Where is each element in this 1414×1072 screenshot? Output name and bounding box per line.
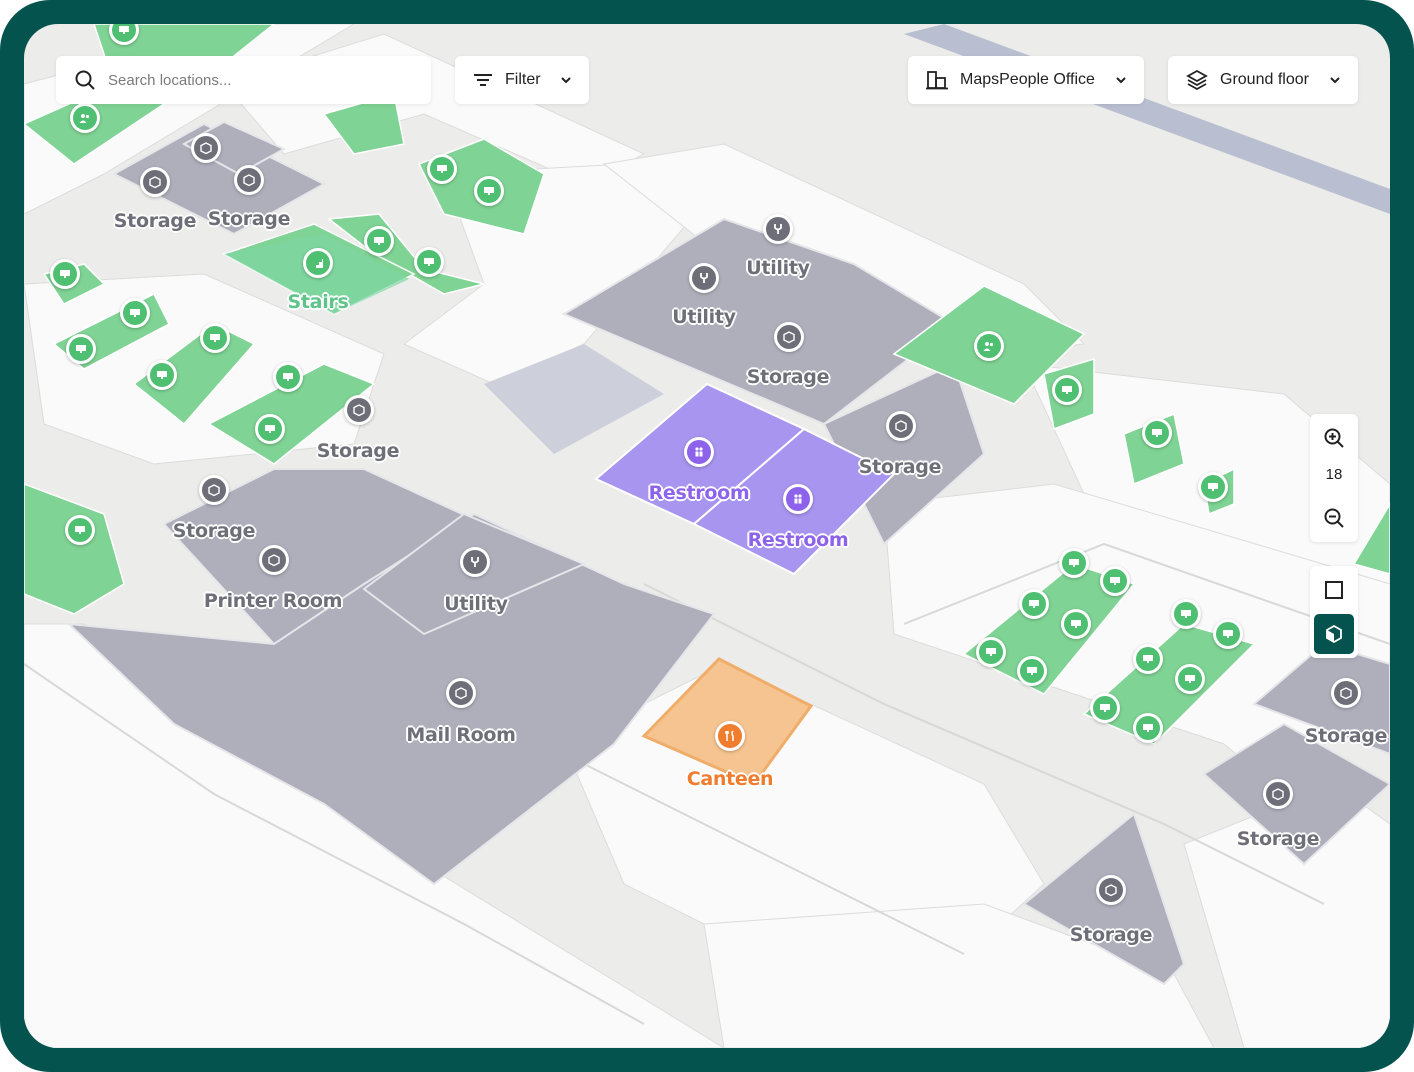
meeting-room-pin[interactable]: [974, 331, 1004, 361]
desk-pin[interactable]: [147, 360, 177, 390]
desk-pin[interactable]: [1019, 589, 1049, 619]
filter-button[interactable]: Filter: [455, 56, 589, 104]
room-label: Storage: [858, 456, 942, 478]
utility-pin[interactable]: [689, 263, 719, 293]
desk-pin[interactable]: [1100, 566, 1130, 596]
restroom-pin[interactable]: [684, 437, 714, 467]
desk-pin[interactable]: [1133, 713, 1163, 743]
room-label: Utility: [444, 593, 508, 615]
desk-pin[interactable]: [200, 323, 230, 353]
desk-pin[interactable]: [120, 298, 150, 328]
zoom-out-icon: [1324, 508, 1344, 528]
storage-pin[interactable]: [1331, 678, 1361, 708]
room-label: Storage: [207, 208, 291, 230]
storage-pin[interactable]: [886, 411, 916, 441]
desk-pin[interactable]: [1213, 619, 1243, 649]
desk-pin[interactable]: [1061, 609, 1091, 639]
cube-icon: [1326, 624, 1342, 644]
room-label: Restroom: [747, 529, 849, 551]
view-mode-toggle: [1310, 566, 1358, 658]
room-label: Mail Room: [406, 724, 516, 746]
room-label: Storage: [1304, 725, 1388, 747]
desk-pin[interactable]: [1142, 418, 1172, 448]
building-icon: [926, 71, 948, 90]
desk-pin[interactable]: [427, 154, 457, 184]
filter-label: Filter: [505, 71, 541, 88]
canteen-pin[interactable]: [715, 721, 745, 751]
square-icon: [1325, 581, 1343, 599]
desk-pin[interactable]: [1059, 548, 1089, 578]
utility-pin[interactable]: [460, 547, 490, 577]
2d-view-button[interactable]: [1314, 570, 1354, 610]
room-label: Printer Room: [203, 590, 343, 612]
desk-pin[interactable]: [50, 259, 80, 289]
search-icon: [75, 70, 95, 90]
storage-pin[interactable]: [191, 133, 221, 163]
desk-pin[interactable]: [1171, 599, 1201, 629]
storage-pin[interactable]: [774, 322, 804, 352]
desk-pin[interactable]: [273, 362, 303, 392]
desk-pin[interactable]: [364, 226, 394, 256]
printer-room-pin[interactable]: [259, 545, 289, 575]
zoom-level: 18: [1325, 466, 1343, 483]
chevron-down-icon: [1330, 77, 1340, 84]
3d-view-button[interactable]: [1314, 614, 1354, 654]
room-label: Storage: [746, 366, 830, 388]
floor-label: Ground floor: [1220, 71, 1309, 88]
venue-label: MapsPeople Office: [960, 71, 1095, 88]
storage-pin[interactable]: [140, 167, 170, 197]
storage-pin[interactable]: [1263, 779, 1293, 809]
storage-pin[interactable]: [199, 475, 229, 505]
desk-pin[interactable]: [474, 176, 504, 206]
room-label: Restroom: [648, 482, 750, 504]
desk-pin[interactable]: [255, 414, 285, 444]
floor-selector[interactable]: Ground floor: [1168, 56, 1358, 104]
desk-pin[interactable]: [66, 334, 96, 364]
room-label: Canteen: [686, 768, 774, 790]
search-input[interactable]: Search locations...: [108, 72, 231, 89]
zoom-in-button[interactable]: [1310, 418, 1358, 458]
desk-pin[interactable]: [414, 247, 444, 277]
road: [904, 24, 1390, 214]
room-label: Storage: [316, 440, 400, 462]
desk-pin[interactable]: [976, 637, 1006, 667]
map-viewport[interactable]: Storage Storage Stairs Utility Utility S…: [24, 24, 1390, 1048]
room-label: Storage: [1069, 924, 1153, 946]
desk-pin[interactable]: [1052, 375, 1082, 405]
storage-pin[interactable]: [1096, 875, 1126, 905]
filter-icon: [474, 74, 492, 86]
room-label: Storage: [172, 520, 256, 542]
desk-pin[interactable]: [1198, 472, 1228, 502]
search-bar[interactable]: Search locations...: [56, 56, 431, 104]
zoom-out-button[interactable]: [1310, 498, 1358, 538]
layers-icon: [1186, 69, 1208, 91]
room-label: Storage: [1236, 828, 1320, 850]
storage-pin[interactable]: [344, 395, 374, 425]
room-label: Stairs: [287, 291, 349, 313]
desk-pin[interactable]: [1017, 656, 1047, 686]
mail-room-pin[interactable]: [446, 678, 476, 708]
zoom-in-icon: [1324, 428, 1344, 448]
restroom-pin[interactable]: [783, 484, 813, 514]
zoom-control: 18: [1310, 414, 1358, 542]
desk-pin[interactable]: [1090, 693, 1120, 723]
venue-selector[interactable]: MapsPeople Office: [908, 56, 1144, 104]
chevron-down-icon: [561, 77, 571, 84]
chevron-down-icon: [1116, 77, 1126, 84]
desk-pin[interactable]: [1175, 664, 1205, 694]
utility-pin[interactable]: [763, 214, 793, 244]
room-label: Utility: [672, 306, 736, 328]
storage-pin[interactable]: [234, 165, 264, 195]
stairs-pin[interactable]: [303, 248, 333, 278]
meeting-room-pin[interactable]: [70, 103, 100, 133]
room-label: Storage: [113, 210, 197, 232]
desk-pin[interactable]: [1133, 644, 1163, 674]
desk-pin[interactable]: [65, 515, 95, 545]
room-label: Utility: [746, 257, 810, 279]
